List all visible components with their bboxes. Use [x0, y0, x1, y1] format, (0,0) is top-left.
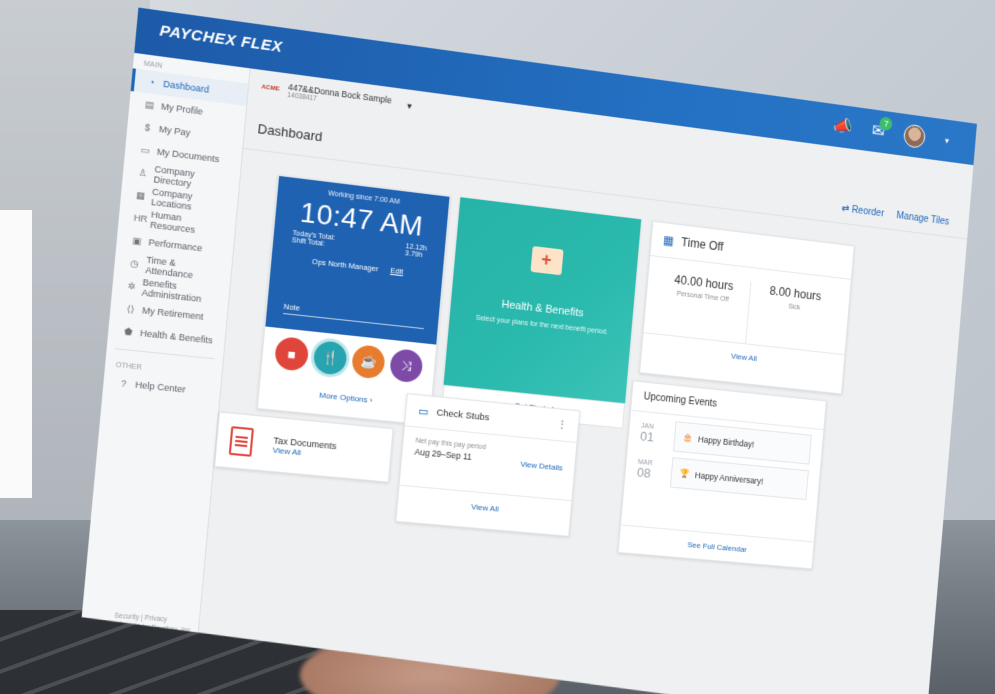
event-text: Happy Anniversary! [694, 469, 764, 486]
event-day: 08 [636, 464, 652, 481]
more-vertical-icon[interactable]: ⋮ [557, 419, 567, 431]
background-paper [0, 210, 32, 498]
page-title: Dashboard [256, 120, 324, 145]
event-card[interactable]: 🏆 Happy Anniversary! [670, 457, 809, 500]
event-text: Happy Birthday! [697, 433, 755, 449]
dashboard-icon: ◔ [148, 76, 156, 88]
trophy-icon: 🏆 [679, 467, 690, 479]
sidebar-item-label: My Documents [156, 146, 220, 165]
sidebar-item-label: Help Center [134, 379, 187, 395]
megaphone-icon[interactable]: 📣 [832, 116, 853, 138]
calendar-icon: ▦ [662, 232, 675, 248]
fork-knife-icon: 🍴 [321, 348, 340, 366]
health-benefits-tile[interactable]: Health & Benefits Select your plans for … [444, 197, 642, 403]
sidebar-item-label: My Retirement [141, 305, 204, 322]
clipboard-icon: ▣ [132, 234, 142, 247]
gear-icon: ✲ [127, 280, 137, 292]
hr-icon: HR [133, 212, 148, 225]
shield-icon: ⬟ [123, 325, 134, 337]
chevron-down-icon[interactable]: ▾ [944, 135, 949, 146]
brand-logo[interactable]: PAYCHEX FLEX [159, 22, 283, 56]
clock-actions: ■ 🍴 ☕ ⤨ [262, 335, 436, 385]
tax-documents-tile[interactable]: Tax Documents View All [214, 411, 394, 482]
coffee-icon: ☕ [359, 352, 378, 370]
top-icons: 📣 ✉ 7 ▾ [832, 114, 950, 153]
help-icon: ? [120, 378, 127, 389]
profile-card-icon: ▤ [144, 98, 155, 111]
note-input[interactable]: Note [283, 302, 425, 329]
dollar-icon: $ [144, 122, 151, 134]
reorder-button[interactable]: ⇄ Reorder [841, 204, 884, 220]
chart-icon: ⟨⟩ [126, 302, 135, 315]
building-icon: ▦ [135, 189, 146, 201]
time-clock-tile: Working since 7:00 AM 10:47 AM Today's T… [257, 175, 451, 426]
see-full-calendar-link[interactable]: See Full Calendar [619, 524, 814, 568]
company-logo: ACME [261, 83, 280, 93]
clock-out-button[interactable]: ■ [274, 336, 310, 372]
clock-icon: ◷ [129, 257, 140, 269]
check-stubs-tile: ▭ Check Stubs ⋮ Net pay this pay period … [395, 393, 580, 537]
upcoming-events-tile: Upcoming Events JAN 01 🎂 Happy Birthday! MAR… [618, 380, 827, 569]
personal-time-off: 40.00 hours Personal Time Off [653, 271, 750, 344]
check-stubs-title: Check Stubs [435, 407, 490, 424]
sick-time: 8.00 hours Sick [745, 281, 841, 353]
manage-tiles-button[interactable]: Manage Tiles [896, 211, 949, 228]
sidebar-item-label: Health & Benefits [139, 327, 214, 346]
sidebar-item-label: My Profile [160, 101, 204, 117]
time-off-title: Time Off [680, 235, 725, 254]
event-date: JAN 01 [640, 422, 668, 446]
stop-icon: ■ [287, 345, 297, 362]
manager-name: Ops North Manager [311, 256, 379, 274]
main-content: ACME 447&&Donna Bock Sample 14038417 ▼ D… [195, 68, 974, 694]
caret-down-icon[interactable]: ▼ [405, 101, 414, 111]
transfer-button[interactable]: ⤨ [389, 348, 424, 383]
mail-icon[interactable]: ✉ 7 [871, 121, 885, 142]
sidebar-item-label: Performance [148, 237, 203, 254]
sidebar-item-label: My Pay [158, 123, 191, 139]
sidebar-item-label: Dashboard [162, 78, 210, 95]
notification-badge: 7 [880, 116, 894, 131]
avatar[interactable] [903, 123, 926, 149]
edit-link[interactable]: Edit [390, 266, 404, 276]
people-icon: ♙ [138, 166, 148, 178]
document-icon: ▭ [140, 143, 151, 156]
medical-folder-icon [530, 246, 563, 275]
shuffle-icon: ⤨ [400, 357, 413, 374]
event-date: MAR 08 [636, 458, 664, 482]
meal-break-button[interactable]: 🍴 [313, 340, 348, 376]
check-stub-icon: ▭ [417, 405, 430, 419]
time-off-tile: ▦ Time Off 40.00 hours Personal Time Off… [639, 221, 855, 395]
break-button[interactable]: ☕ [351, 344, 386, 380]
laptop-screen: PAYCHEX FLEX 📣 ✉ 7 ▾ MAIN ◔ Dashboard ▤ My P… [77, 8, 977, 694]
time-clock-panel: Working since 7:00 AM 10:47 AM Today's T… [265, 176, 449, 345]
event-day: 01 [639, 428, 655, 445]
cake-icon: 🎂 [682, 431, 694, 443]
document-icon [229, 426, 254, 457]
